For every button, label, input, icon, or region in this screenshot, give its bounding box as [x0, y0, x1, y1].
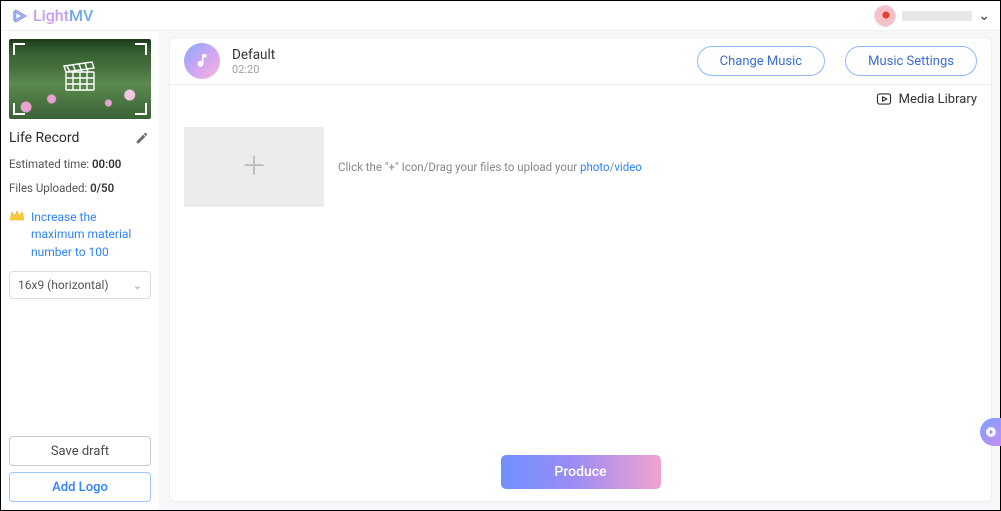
focus-corner-icon: [13, 103, 25, 115]
floating-help-button[interactable]: [980, 418, 1001, 446]
music-title: Default: [232, 47, 275, 63]
aspect-ratio-select[interactable]: 16x9 (horizontal) ⌄: [9, 271, 151, 299]
change-music-button[interactable]: Change Music: [697, 46, 825, 76]
files-uploaded-value: 0/50: [90, 181, 114, 195]
music-note-icon: [184, 43, 220, 79]
app-viewport: LightMV ⌄: [0, 0, 1001, 511]
media-library-button[interactable]: Media Library: [875, 91, 977, 107]
sidebar: Life Record Estimated time: 00:00 Files …: [1, 31, 159, 510]
plus-icon: ＋: [241, 154, 267, 180]
logo-text-mv: MV: [69, 6, 93, 25]
clapperboard-icon: [61, 60, 99, 98]
media-library-icon: [875, 91, 893, 107]
main-area: Default 02:20 Change Music Music Setting…: [159, 31, 1000, 510]
user-name-placeholder: [902, 11, 972, 21]
footer-bar: Produce: [170, 443, 991, 501]
estimated-time-value: 00:00: [92, 157, 121, 171]
logo-text: LightMV: [33, 6, 93, 25]
estimated-time-label: Estimated time:: [9, 157, 89, 171]
project-name: Life Record: [9, 130, 79, 146]
logo-text-light: Light: [33, 6, 69, 25]
upgrade-link[interactable]: Increase the maximum material number to …: [9, 203, 151, 265]
upload-video-link[interactable]: video: [614, 160, 642, 174]
logo-play-icon: [11, 7, 29, 25]
focus-corner-icon: [135, 43, 147, 55]
files-uploaded-row: Files Uploaded: 0/50: [9, 179, 151, 197]
add-logo-button[interactable]: Add Logo: [9, 472, 151, 502]
files-uploaded-label: Files Uploaded:: [9, 181, 87, 195]
app-logo[interactable]: LightMV: [11, 6, 93, 25]
top-bar: LightMV ⌄: [1, 1, 1000, 31]
chevron-down-icon: ⌄: [978, 8, 990, 24]
crown-icon: [9, 209, 25, 261]
upload-dropzone[interactable]: ＋: [184, 127, 324, 207]
media-library-label: Media Library: [899, 92, 977, 107]
upload-photo-link[interactable]: photo: [580, 160, 610, 174]
app-body: Life Record Estimated time: 00:00 Files …: [1, 31, 1000, 510]
music-meta: Default 02:20: [232, 47, 275, 76]
edit-pencil-icon[interactable]: [133, 129, 151, 147]
upload-row: ＋ Click the "+" Icon/Drag your files to …: [184, 127, 977, 207]
user-menu[interactable]: ⌄: [874, 5, 990, 27]
estimated-time-row: Estimated time: 00:00: [9, 155, 151, 173]
editor-canvas: ＋ Click the "+" Icon/Drag your files to …: [169, 113, 992, 502]
project-name-row: Life Record: [9, 125, 151, 149]
save-draft-button[interactable]: Save draft: [9, 436, 151, 466]
music-duration: 02:20: [232, 63, 275, 76]
music-bar: Default 02:20 Change Music Music Setting…: [169, 37, 992, 85]
focus-corner-icon: [135, 103, 147, 115]
upload-hint: Click the "+" Icon/Drag your files to up…: [338, 160, 642, 174]
focus-corner-icon: [13, 43, 25, 55]
play-small-icon: [985, 426, 997, 438]
sidebar-spacer: [9, 305, 151, 430]
music-settings-button[interactable]: Music Settings: [845, 46, 977, 76]
template-thumbnail[interactable]: [9, 39, 151, 119]
media-bar: Media Library: [169, 85, 992, 113]
user-avatar-icon: [874, 5, 896, 27]
upgrade-text: Increase the maximum material number to …: [31, 209, 151, 261]
aspect-ratio-selected: 16x9 (horizontal): [18, 278, 109, 292]
produce-button[interactable]: Produce: [501, 455, 661, 489]
upload-hint-pre: Click the "+" Icon/Drag your files to up…: [338, 160, 580, 174]
chevron-down-icon: ⌄: [133, 279, 142, 292]
